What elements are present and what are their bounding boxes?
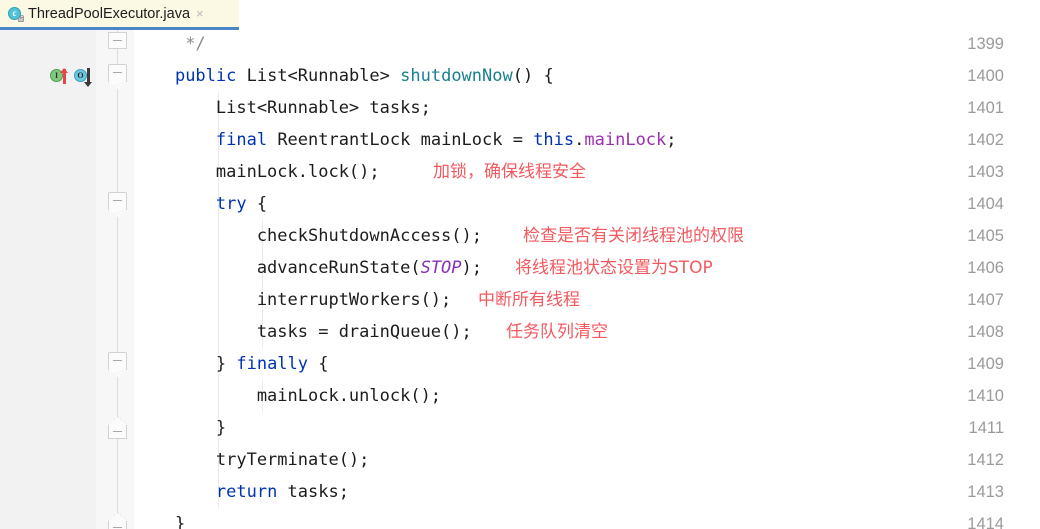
line-number: 1400 xyxy=(967,67,1004,85)
gutter-row: 1413 xyxy=(0,476,1040,508)
gutter-row: 1406 xyxy=(0,252,1040,284)
gutter-row: 1403 xyxy=(0,156,1040,188)
implementing-method-marker[interactable]: I xyxy=(50,68,68,84)
gutter-row: 1414 xyxy=(0,508,1040,529)
line-number: 1407 xyxy=(967,291,1004,309)
line-number: 1404 xyxy=(967,195,1004,213)
gutter-row: 1411 xyxy=(0,412,1040,444)
gutter-row: 1410 xyxy=(0,380,1040,412)
gutter-row: 1412 xyxy=(0,444,1040,476)
gutter-row: 1399 xyxy=(0,30,1040,60)
gutter-row: 1404 xyxy=(0,188,1040,220)
gutter-row: 1408 xyxy=(0,316,1040,348)
gutter-row: 1402 xyxy=(0,124,1040,156)
gutter-row: 1409 xyxy=(0,348,1040,380)
line-number: 1405 xyxy=(967,227,1004,245)
line-number: 1413 xyxy=(967,483,1004,501)
editor-tab-label: ThreadPoolExecutor.java xyxy=(28,5,191,22)
java-class-icon: c xyxy=(8,6,24,22)
line-number: 1409 xyxy=(967,355,1004,373)
fold-marker[interactable] xyxy=(108,32,127,49)
gutter-row: 1400 I O xyxy=(0,60,1040,92)
line-number: 1402 xyxy=(967,131,1004,149)
line-number: 1412 xyxy=(967,451,1004,469)
fold-marker[interactable] xyxy=(108,192,127,217)
fold-marker[interactable] xyxy=(108,513,127,529)
fold-marker[interactable] xyxy=(108,64,127,89)
line-number: 1401 xyxy=(967,99,1004,117)
code-editor[interactable]: */ public List<Runnable> shutdownNow() {… xyxy=(0,30,1040,529)
fold-marker[interactable] xyxy=(108,352,127,377)
line-number: 1410 xyxy=(967,387,1004,405)
ide-window: c ThreadPoolExecutor.java × */ public Li… xyxy=(0,0,1040,529)
editor-tab-threadpoolexecutor[interactable]: c ThreadPoolExecutor.java × xyxy=(0,0,239,27)
gutter-row: 1407 xyxy=(0,284,1040,316)
line-number: 1414 xyxy=(967,515,1004,529)
gutter-row: 1401 xyxy=(0,92,1040,124)
fold-marker[interactable] xyxy=(108,417,127,439)
editor-tab-bar: c ThreadPoolExecutor.java × xyxy=(0,0,1040,30)
line-number: 1403 xyxy=(967,163,1004,181)
close-icon[interactable]: × xyxy=(196,7,204,20)
overridden-method-marker[interactable]: O xyxy=(74,68,92,87)
gutter-row: 1405 xyxy=(0,220,1040,252)
gutter-marker-group: IO xyxy=(50,68,94,87)
line-number: 1408 xyxy=(967,323,1004,341)
line-number: 1406 xyxy=(967,259,1004,277)
line-number: 1399 xyxy=(967,35,1004,53)
readonly-lock-icon xyxy=(18,15,24,22)
line-number: 1411 xyxy=(968,419,1004,437)
